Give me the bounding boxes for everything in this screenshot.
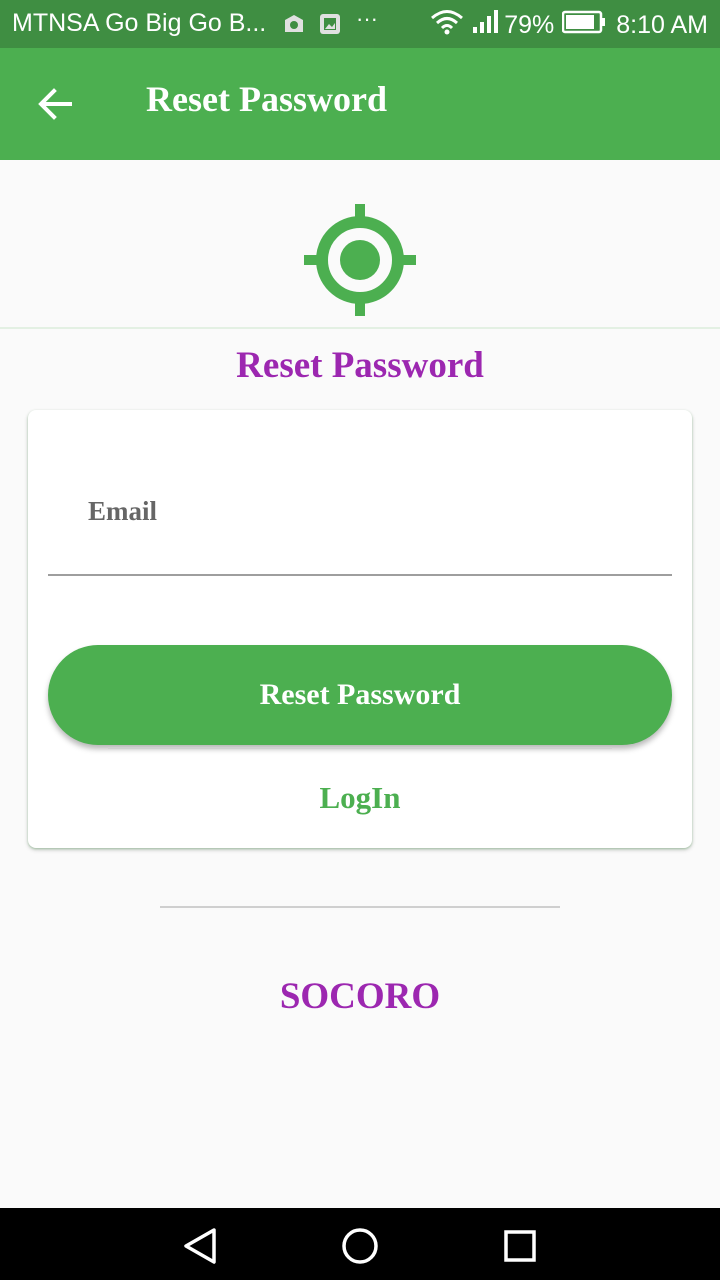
brand-name: SOCORO	[279, 976, 441, 1017]
system-nav-bar	[0, 1208, 720, 1280]
reset-password-card: Email Reset Password LogIn	[28, 410, 692, 848]
signal-icon	[472, 9, 499, 42]
home-circle-icon[interactable]	[338, 1224, 382, 1268]
divider	[0, 327, 720, 329]
carrier-text: MTNSA Go Big Go B...	[12, 9, 267, 37]
recents-square-icon[interactable]	[498, 1224, 542, 1268]
vpn-icon	[282, 12, 306, 43]
divider	[108, 747, 612, 749]
battery-percent: 79%	[504, 11, 555, 39]
wifi-icon	[430, 9, 464, 42]
back-triangle-icon[interactable]	[178, 1224, 222, 1268]
arrow-left-icon[interactable]	[36, 84, 76, 124]
clock-time: 8:10 AM	[616, 11, 708, 39]
app-bar: Reset Password	[0, 48, 720, 160]
more-notifications-indicator: ···	[356, 6, 378, 31]
reset-password-button[interactable]: Reset Password	[48, 645, 672, 745]
crosshair-target-icon	[304, 204, 416, 316]
page-heading: Reset Password	[236, 345, 484, 386]
status-bar: MTNSA Go Big Go B... ··· 79% 8:10 AM	[0, 0, 720, 48]
app-bar-title: Reset Password	[146, 79, 387, 119]
email-label: Email	[88, 496, 158, 526]
gallery-notification-icon	[318, 12, 342, 43]
login-link[interactable]: LogIn	[28, 780, 692, 816]
battery-icon	[562, 10, 606, 41]
divider	[160, 906, 560, 908]
